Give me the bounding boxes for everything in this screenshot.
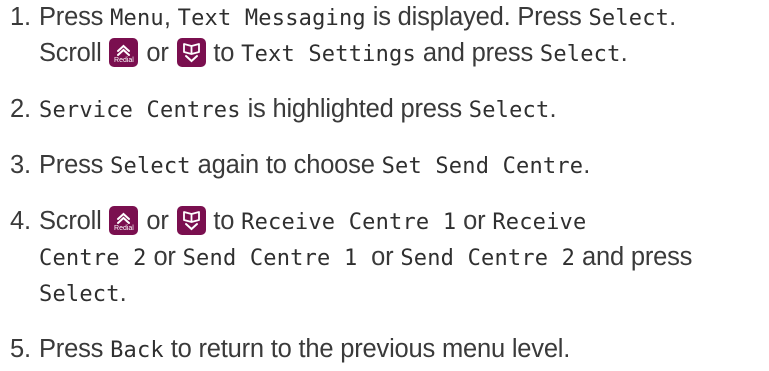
- step-line: Press Menu, Text Messaging is displayed.…: [39, 0, 765, 36]
- instruction-text: again to choose: [190, 151, 382, 179]
- display-text: Select: [110, 154, 191, 179]
- phonebook-down-key-icon: [176, 206, 206, 235]
- step-2: 2. Service Centres is highlighted press …: [10, 92, 765, 128]
- instruction-text: or: [146, 243, 183, 271]
- instruction-text: Scroll: [39, 207, 109, 235]
- redial-key-label: Redial: [114, 225, 134, 232]
- display-text: Back: [110, 338, 164, 363]
- step-3: 3. Press Select again to choose Set Send…: [10, 148, 765, 184]
- display-text: Select: [39, 282, 120, 307]
- instruction-text: to: [206, 39, 242, 67]
- display-text: Receive: [492, 210, 587, 235]
- redial-up-key-icon: Redial: [109, 206, 139, 235]
- instruction-text: and press: [415, 39, 540, 67]
- step-line: Scroll Redial or to Text Settings and pr…: [39, 36, 765, 72]
- display-text: Service Centres: [39, 98, 241, 123]
- display-text: Send Centre 2: [400, 246, 576, 271]
- display-text: Text Settings: [241, 42, 416, 67]
- instruction-text: is displayed. Press: [365, 3, 589, 31]
- instruction-text: Press: [39, 3, 111, 31]
- display-text: Select: [588, 6, 670, 31]
- step-5: 5. Press Back to return to the previous …: [10, 332, 765, 368]
- instruction-text: Press: [39, 335, 111, 363]
- instruction-text: ,: [163, 3, 178, 31]
- step-text: Scroll Redial or to Receive Centre 1 or …: [39, 204, 765, 312]
- instruction-text: .: [549, 95, 557, 123]
- redial-key-label: Redial: [114, 57, 134, 64]
- display-text: Centre 2: [39, 246, 147, 271]
- step-number: 2.: [10, 95, 31, 123]
- step-line: Press Select again to choose Set Send Ce…: [39, 148, 765, 184]
- step-line: Service Centres is highlighted press Sel…: [39, 92, 765, 128]
- display-text: Menu: [110, 6, 164, 31]
- step-line: Select.: [39, 276, 765, 312]
- display-text: Set Send Centre: [381, 154, 584, 179]
- step-text: Press Select again to choose Set Send Ce…: [39, 148, 765, 184]
- instruction-text: .: [119, 279, 127, 307]
- instruction-text: Press: [39, 151, 111, 179]
- display-text: Select: [468, 98, 550, 123]
- instruction-text: to: [206, 207, 242, 235]
- instruction-text: or: [139, 207, 176, 235]
- step-line: Centre 2 or Send Centre 1 or Send Centre…: [39, 240, 765, 276]
- step-4: 4. Scroll Redial or to Receive Centre 1 …: [10, 204, 765, 312]
- step-number: 5.: [10, 335, 31, 363]
- step-1: 1. Press Menu, Text Messaging is display…: [10, 0, 765, 72]
- instruction-text: .: [583, 151, 591, 179]
- step-number: 4.: [10, 207, 31, 235]
- instruction-text: is highlighted press: [240, 95, 469, 123]
- step-text: Press Back to return to the previous men…: [39, 332, 765, 368]
- phonebook-down-key-icon: [176, 38, 206, 67]
- step-number: 3.: [10, 151, 31, 179]
- instruction-steps: 1. Press Menu, Text Messaging is display…: [10, 0, 765, 368]
- step-line: Press Back to return to the previous men…: [39, 332, 765, 368]
- redial-up-key-icon: Redial: [109, 38, 139, 67]
- step-text: Service Centres is highlighted press Sel…: [39, 92, 765, 128]
- display-text: Receive Centre 1: [241, 210, 457, 235]
- instruction-text: to return to the previous menu level.: [163, 335, 571, 363]
- display-text: Send Centre 1: [182, 246, 358, 271]
- instruction-text: or: [139, 39, 176, 67]
- instruction-text: or: [456, 207, 493, 235]
- instruction-text: or: [357, 243, 401, 271]
- step-number: 1.: [10, 3, 31, 31]
- instruction-text: .: [620, 39, 628, 67]
- step-line: Scroll Redial or to Receive Centre 1 or …: [39, 204, 765, 240]
- display-text: Select: [539, 42, 621, 67]
- instruction-text: .: [669, 3, 676, 31]
- display-text: Text Messaging: [177, 6, 366, 31]
- instruction-text: Scroll: [39, 39, 109, 67]
- instruction-text: and press: [575, 243, 693, 271]
- step-text: Press Menu, Text Messaging is displayed.…: [39, 0, 765, 72]
